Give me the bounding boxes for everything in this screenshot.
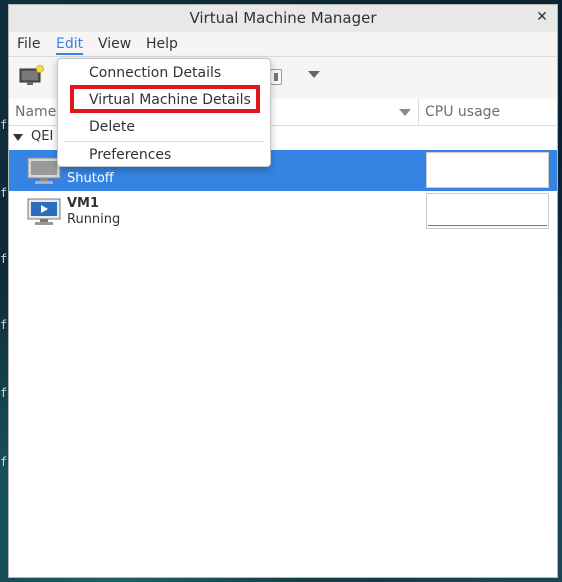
vm-running-icon (27, 198, 61, 225)
menu-view[interactable]: View (98, 34, 131, 54)
column-divider (418, 99, 419, 125)
vm-status: Running (67, 212, 121, 227)
highlight-box (70, 85, 260, 113)
vm-shutoff-icon (27, 157, 61, 184)
desktop-fragment: f (0, 318, 8, 332)
chevron-down-icon[interactable] (308, 71, 320, 78)
menubar: File Edit View Help (9, 32, 557, 57)
menu-item-preferences[interactable]: Preferences (89, 147, 171, 163)
desktop-fragment: f (0, 455, 8, 469)
new-vm-icon[interactable] (19, 65, 45, 87)
main-window: Virtual Machine Manager ✕ File Edit View… (8, 4, 558, 578)
vm-row-vm1[interactable]: VM1 Running (9, 191, 557, 232)
expander-icon[interactable] (13, 134, 23, 141)
cpu-usage-graph (426, 193, 549, 229)
menu-edit[interactable]: Edit (56, 34, 84, 55)
close-button[interactable]: ✕ (533, 8, 551, 26)
desktop-fragment: f (0, 186, 8, 200)
menu-help[interactable]: Help (146, 34, 178, 54)
chevron-down-icon[interactable] (399, 109, 411, 116)
vm-name: VM1 (67, 196, 100, 211)
titlebar[interactable]: Virtual Machine Manager ✕ (9, 5, 557, 33)
menu-separator (64, 141, 264, 142)
connection-label: QEI (31, 129, 54, 144)
menu-item-delete[interactable]: Delete (89, 119, 135, 135)
stop-icon[interactable] (270, 69, 282, 85)
desktop-fragment: f (0, 118, 8, 132)
menu-file[interactable]: File (17, 34, 40, 54)
window-title: Virtual Machine Manager (189, 9, 377, 27)
vm-status: Shutoff (67, 171, 114, 186)
desktop-fragment: f (0, 252, 8, 266)
column-cpu-header[interactable]: CPU usage (425, 104, 500, 120)
desktop-fragment: f (0, 386, 8, 400)
menu-item-connection-details[interactable]: Connection Details (89, 65, 221, 81)
edit-menu-dropdown: Connection Details Virtual Machine Detai… (57, 58, 271, 167)
cpu-usage-line (428, 225, 547, 226)
cpu-usage-graph (426, 152, 549, 188)
column-name-header[interactable]: Name (15, 104, 56, 120)
